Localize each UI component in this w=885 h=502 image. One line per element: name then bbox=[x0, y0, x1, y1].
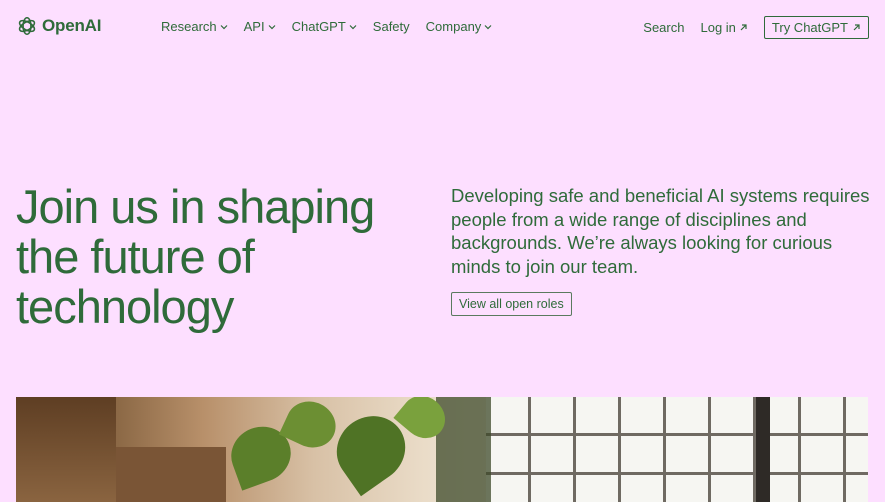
login-link[interactable]: Log in bbox=[700, 20, 747, 35]
menu-item-api[interactable]: API bbox=[244, 19, 276, 34]
menu-item-company[interactable]: Company bbox=[426, 19, 493, 34]
chevron-down-icon bbox=[220, 24, 228, 29]
login-label: Log in bbox=[700, 20, 736, 35]
chevron-down-icon bbox=[268, 24, 276, 29]
menu-item-research[interactable]: Research bbox=[161, 19, 228, 34]
menu-item-label: API bbox=[243, 19, 265, 34]
view-open-roles-button[interactable]: View all open roles bbox=[451, 292, 572, 316]
menu-item-label: Company bbox=[425, 19, 482, 34]
main-menu: Research API ChatGPT Safety Company bbox=[161, 19, 492, 34]
chevron-down-icon bbox=[484, 24, 492, 29]
office-photo bbox=[16, 397, 868, 502]
top-navigation: OpenAI Research API ChatGPT Safety Compa… bbox=[0, 0, 885, 56]
try-chatgpt-label: Try ChatGPT bbox=[771, 20, 848, 35]
hero-description: Developing safe and beneficial AI system… bbox=[451, 185, 870, 277]
menu-item-label: Research bbox=[161, 19, 217, 34]
menu-item-safety[interactable]: Safety bbox=[373, 19, 410, 34]
try-chatgpt-button[interactable]: Try ChatGPT bbox=[763, 16, 869, 39]
nav-actions: Search Log in Try ChatGPT bbox=[643, 16, 869, 39]
menu-item-label: ChatGPT bbox=[291, 19, 346, 34]
openai-logo-icon bbox=[18, 16, 36, 36]
photo-shelf bbox=[116, 447, 226, 502]
hero-title: Join us in shaping the future of technol… bbox=[16, 180, 375, 333]
photo-wall bbox=[16, 397, 116, 502]
arrow-up-right-icon bbox=[853, 24, 860, 31]
photo-window bbox=[486, 397, 868, 502]
brand-name: OpenAI bbox=[42, 16, 102, 35]
menu-item-chatgpt[interactable]: ChatGPT bbox=[292, 19, 357, 34]
openai-logo[interactable]: OpenAI bbox=[16, 15, 101, 37]
menu-item-label: Safety bbox=[372, 19, 410, 34]
arrow-up-right-icon bbox=[740, 24, 747, 31]
search-link[interactable]: Search bbox=[643, 20, 684, 35]
chevron-down-icon bbox=[349, 24, 357, 29]
photo-window-frame bbox=[756, 397, 770, 502]
